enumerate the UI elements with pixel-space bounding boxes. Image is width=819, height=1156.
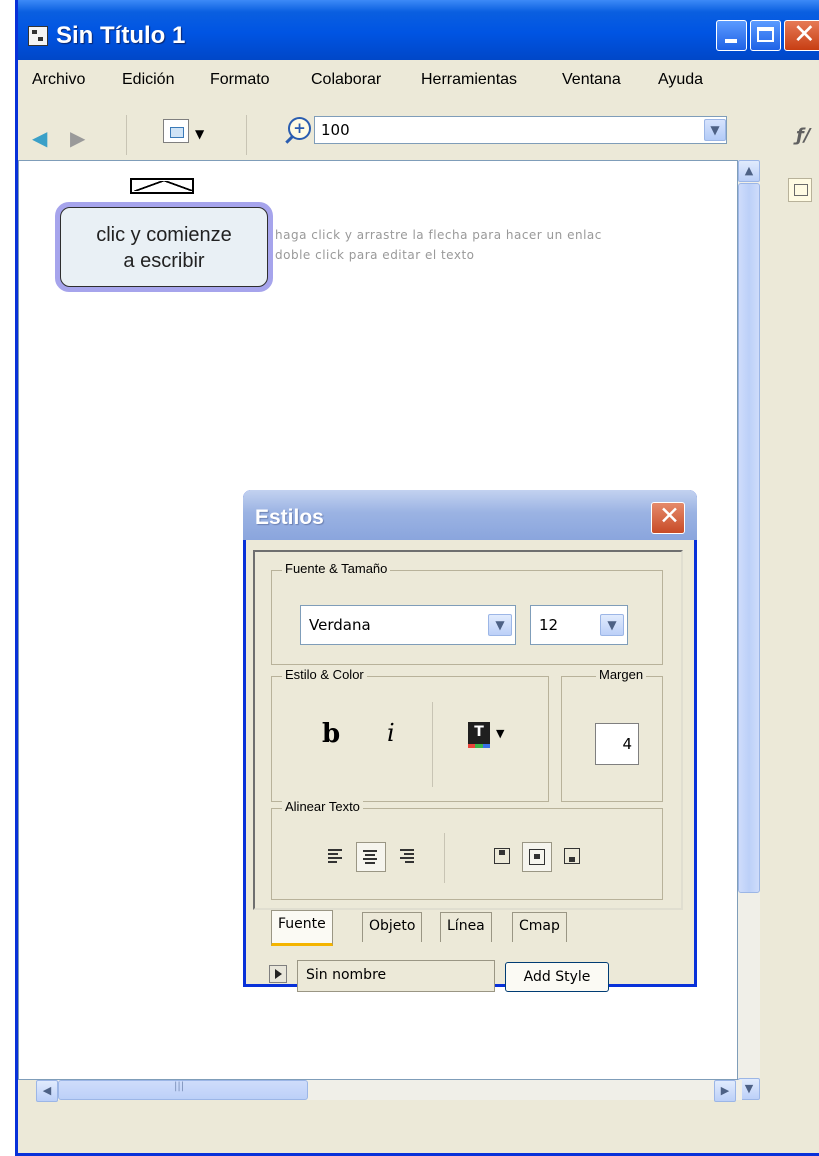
font-size-group-label: Fuente & Tamaño (282, 561, 391, 576)
align-right-icon (400, 849, 416, 863)
align-center-icon (363, 850, 379, 864)
style-color-group: Estilo & Color b i T ▼ (271, 667, 549, 802)
align-center-button[interactable] (356, 842, 386, 872)
concept-node-body: clic y comienze a escribir (60, 207, 268, 287)
back-arrow-icon[interactable]: ◀ (32, 126, 47, 150)
close-button[interactable]: ✕ (784, 19, 819, 51)
menu-edicion[interactable]: Edición (122, 71, 174, 89)
valign-middle-icon (529, 849, 545, 865)
dialog-title: Estilos (255, 506, 324, 529)
expand-arrow-icon[interactable] (269, 965, 287, 983)
tools-icon[interactable]: ƒ/ (796, 125, 810, 146)
chevron-down-icon[interactable]: ▼ (496, 727, 504, 740)
toolbar-separator (126, 115, 127, 155)
zoom-input[interactable]: 100 (314, 116, 727, 144)
forward-arrow-icon[interactable]: ▶ (70, 126, 85, 150)
chevron-down-icon[interactable]: ▼ (488, 614, 512, 636)
menu-formato[interactable]: Formato (210, 71, 270, 89)
scroll-left-button[interactable]: ◀ (36, 1080, 58, 1102)
scroll-right-button[interactable]: ▶ (714, 1080, 736, 1102)
vertical-scroll-thumb[interactable] (738, 183, 760, 893)
style-color-group-label: Estilo & Color (282, 667, 367, 682)
tab-cmap[interactable]: Cmap (512, 912, 567, 942)
align-left-button[interactable] (322, 842, 352, 872)
scroll-up-button[interactable]: ▲ (738, 160, 760, 182)
tab-linea[interactable]: Línea (440, 912, 492, 942)
font-size-select[interactable]: 12 ▼ (530, 605, 628, 645)
zoom-dropdown-button[interactable]: ▼ (704, 119, 726, 141)
chevron-down-icon[interactable]: ▼ (195, 127, 204, 141)
dialog-close-button[interactable]: ✕ (651, 501, 685, 534)
style-name-field[interactable]: Sin nombre (297, 960, 495, 992)
cmap-view-icon[interactable] (788, 178, 812, 202)
close-icon: ✕ (793, 19, 816, 50)
hint-text-link: haga click y arrastre la flecha para hac… (275, 228, 602, 242)
valign-top-button[interactable] (488, 842, 518, 872)
menu-archivo[interactable]: Archivo (32, 71, 85, 89)
menu-bar: Archivo Edición Formato Colaborar Herram… (18, 63, 819, 97)
font-family-select[interactable]: Verdana ▼ (300, 605, 516, 645)
margin-input[interactable]: 4 (595, 723, 639, 765)
menu-ventana[interactable]: Ventana (562, 71, 621, 89)
view-icon[interactable] (163, 119, 189, 143)
zoom-icon[interactable]: + (288, 117, 311, 140)
font-size-group: Fuente & Tamaño Verdana ▼ 12 ▼ (271, 561, 663, 665)
chevron-down-icon[interactable]: ▼ (600, 614, 624, 636)
align-right-button[interactable] (394, 842, 424, 872)
valign-top-icon (494, 848, 510, 864)
valign-bottom-icon (564, 848, 580, 864)
concept-node-text[interactable]: clic y comienze a escribir (61, 222, 267, 274)
title-bar[interactable]: Sin Título 1 ✕ (18, 0, 819, 60)
align-left-icon (328, 849, 344, 863)
add-style-button[interactable]: Add Style (505, 962, 609, 992)
separator (444, 833, 445, 883)
tab-objeto[interactable]: Objeto (362, 912, 423, 942)
font-size-value: 12 (539, 616, 559, 634)
concept-node[interactable]: clic y comienze a escribir (55, 202, 273, 292)
app-icon (28, 26, 48, 46)
link-arrow-handle[interactable] (130, 178, 194, 194)
close-icon: ✕ (659, 501, 680, 530)
valign-middle-button[interactable] (522, 842, 552, 872)
separator (432, 702, 433, 787)
dialog-panel: Fuente & Tamaño Verdana ▼ 12 ▼ Estilo & … (253, 550, 683, 910)
align-text-group: Alinear Texto (271, 799, 663, 900)
minimize-button[interactable] (716, 20, 747, 51)
grip-icon: ||| (174, 1081, 185, 1092)
font-color-icon[interactable]: T (468, 722, 490, 748)
toolbar-separator (246, 115, 247, 155)
bold-button[interactable]: b (322, 719, 340, 749)
hint-text-edit: doble click para editar el texto (275, 248, 475, 262)
horizontal-scroll-thumb[interactable]: ||| (58, 1080, 308, 1100)
align-text-group-label: Alinear Texto (282, 799, 363, 814)
menu-ayuda[interactable]: Ayuda (658, 71, 703, 89)
dialog-title-bar[interactable]: Estilos ✕ (243, 490, 697, 540)
window-title: Sin Título 1 (56, 22, 186, 49)
valign-bottom-button[interactable] (558, 842, 588, 872)
italic-button[interactable]: i (387, 719, 395, 747)
toolbar: ◀ ▶ ▼ + 100 ▼ ƒ/ (18, 100, 819, 160)
maximize-button[interactable] (750, 20, 781, 51)
margin-group: Margen 4 (561, 667, 663, 802)
menu-herramientas[interactable]: Herramientas (421, 71, 517, 89)
margin-group-label: Margen (596, 667, 647, 682)
menu-colaborar[interactable]: Colaborar (311, 71, 381, 89)
font-family-value: Verdana (309, 616, 371, 634)
tab-fuente[interactable]: Fuente (271, 910, 333, 946)
